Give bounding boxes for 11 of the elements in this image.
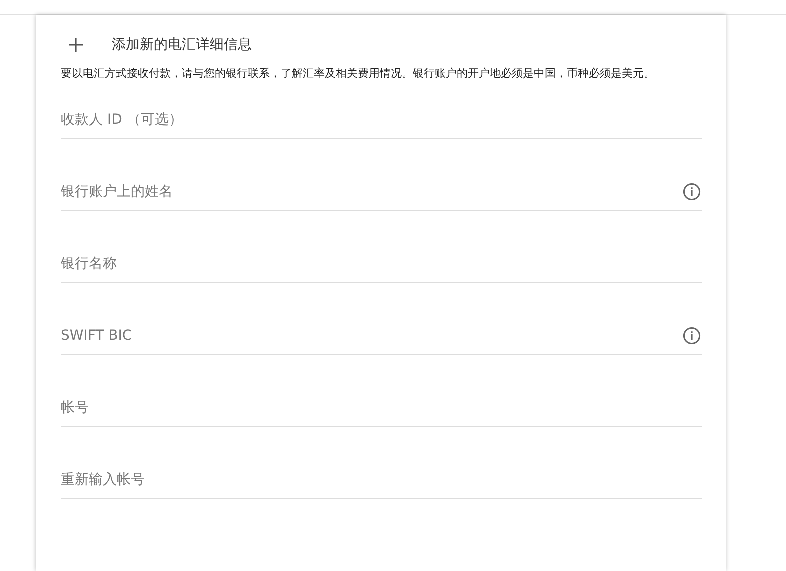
info-icon[interactable] xyxy=(683,183,701,201)
input-field[interactable]: 银行账户上的姓名 xyxy=(61,174,702,211)
plus-icon[interactable] xyxy=(68,37,84,53)
input-field[interactable]: 银行名称 xyxy=(61,246,702,283)
info-icon[interactable] xyxy=(683,327,701,345)
input-field[interactable]: 帐号 xyxy=(61,390,702,427)
input-field[interactable]: SWIFT BIC xyxy=(61,318,702,355)
input-field[interactable]: 收款人 ID （可选） xyxy=(61,102,702,139)
input-field[interactable]: 重新输入帐号 xyxy=(61,462,702,499)
section-title: 添加新的电汇详细信息 xyxy=(112,36,252,54)
description-text: 要以电汇方式接收付款，请与您的银行联系，了解汇率及相关费用情况。银行账户的开户地必须是中国，币种必须是美元。 xyxy=(61,67,656,81)
